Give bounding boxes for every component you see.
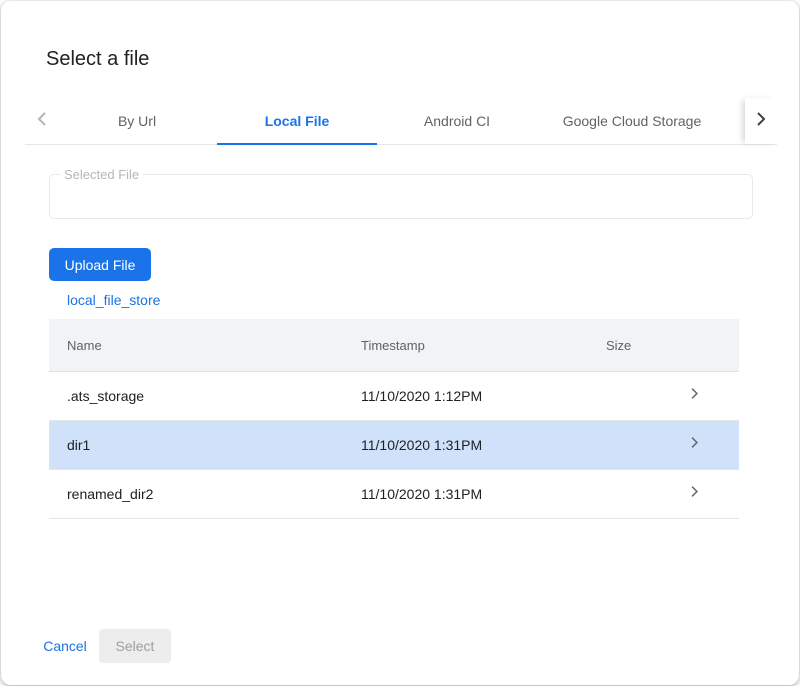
tab-bar: By Url Local File Android CI Google Clou…	[25, 98, 777, 145]
tab-google-cloud-storage[interactable]: Google Cloud Storage	[537, 98, 727, 144]
tabs-scroll-right-button[interactable]	[745, 98, 777, 144]
column-header-timestamp: Timestamp	[361, 338, 606, 353]
chevron-left-icon	[36, 111, 47, 132]
table-row[interactable]: .ats_storage 11/10/2020 1:12PM	[49, 372, 739, 421]
tab-by-url[interactable]: By Url	[57, 98, 217, 144]
selected-file-label: Selected File	[60, 168, 143, 181]
select-file-dialog: Select a file By Url Local File Android …	[1, 1, 799, 685]
tabbar-spacer	[727, 98, 745, 144]
chevron-right-icon	[688, 436, 701, 454]
open-directory-button[interactable]	[671, 485, 739, 503]
selected-file-input[interactable]	[50, 175, 752, 218]
chevron-right-icon	[688, 387, 701, 405]
tab-label: By Url	[118, 113, 156, 129]
cell-timestamp: 11/10/2020 1:31PM	[361, 437, 606, 453]
tabs-scroll-left-button[interactable]	[25, 98, 57, 144]
table-row[interactable]: dir1 11/10/2020 1:31PM	[49, 421, 739, 470]
selected-file-field: Selected File	[49, 174, 753, 219]
chevron-right-icon	[688, 485, 701, 503]
cell-name: .ats_storage	[49, 388, 361, 404]
table-header-row: Name Timestamp Size	[49, 319, 739, 372]
open-directory-button[interactable]	[671, 387, 739, 405]
tab-label: Google Cloud Storage	[563, 113, 702, 129]
cell-timestamp: 11/10/2020 1:12PM	[361, 388, 606, 404]
cell-name: renamed_dir2	[49, 486, 361, 502]
table-row[interactable]: renamed_dir2 11/10/2020 1:31PM	[49, 470, 739, 519]
cancel-button[interactable]: Cancel	[35, 629, 95, 663]
tab-label: Android CI	[424, 113, 490, 129]
tab-android-ci[interactable]: Android CI	[377, 98, 537, 144]
column-header-name: Name	[49, 338, 361, 353]
dialog-title: Select a file	[46, 48, 149, 71]
select-button[interactable]: Select	[99, 629, 171, 663]
cell-timestamp: 11/10/2020 1:31PM	[361, 486, 606, 502]
file-table: Name Timestamp Size .ats_storage 11/10/2…	[49, 319, 739, 519]
cell-name: dir1	[49, 437, 361, 453]
local-file-store-link[interactable]: local_file_store	[67, 292, 160, 308]
tab-label: Local File	[265, 113, 330, 129]
tab-local-file[interactable]: Local File	[217, 98, 377, 144]
upload-file-button[interactable]: Upload File	[49, 248, 151, 281]
open-directory-button[interactable]	[671, 436, 739, 454]
chevron-right-icon	[756, 111, 767, 132]
column-header-size: Size	[606, 338, 671, 353]
